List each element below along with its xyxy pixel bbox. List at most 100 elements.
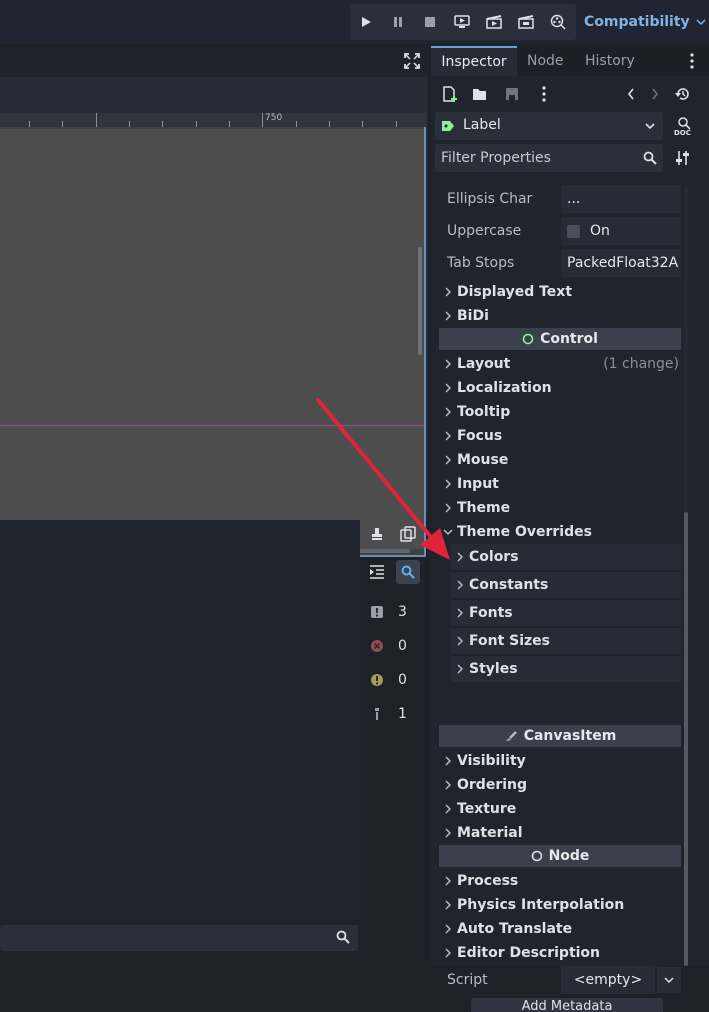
output-log [0, 520, 360, 920]
play-scene-icon[interactable] [478, 6, 510, 38]
output-filter-field[interactable] [0, 925, 358, 951]
node-type-label: Label [463, 117, 501, 133]
inspector-dock: Inspector Node History Label DOC Filter … [431, 46, 709, 1012]
property-name: Ellipsis Char [447, 191, 533, 207]
section-focus[interactable]: Focus [439, 424, 681, 448]
add-metadata-button[interactable]: Add Metadata [471, 998, 663, 1012]
chevron-down-icon [441, 528, 455, 536]
message-icon [362, 605, 392, 619]
tab-node[interactable]: Node [527, 46, 564, 76]
uppercase-checkbox[interactable]: On [561, 217, 681, 245]
chevron-right-icon [453, 664, 467, 674]
tab-inspector[interactable]: Inspector [431, 46, 517, 76]
error-filter[interactable]: 0 [362, 634, 426, 658]
ruler-label: 750 [265, 113, 283, 123]
section-input[interactable]: Input [439, 472, 681, 496]
new-resource-icon[interactable] [439, 83, 461, 105]
dock-tabs: Inspector Node History [431, 46, 709, 76]
section-ordering[interactable]: Ordering [439, 773, 681, 797]
section-layout[interactable]: Layout (1 change) [439, 352, 681, 376]
editor-message-filter[interactable]: 1 [362, 702, 426, 726]
clear-output-icon[interactable] [365, 522, 389, 546]
copy-icon[interactable] [396, 522, 420, 546]
section-localization[interactable]: Localization [439, 376, 681, 400]
viewport-toolbar [0, 47, 428, 77]
fullscreen-icon[interactable] [404, 53, 420, 69]
subsection-font-sizes[interactable]: Font Sizes [451, 628, 681, 654]
section-process[interactable]: Process [439, 869, 681, 893]
subsection-constants[interactable]: Constants [451, 572, 681, 598]
play-icon[interactable] [350, 6, 382, 38]
movie-maker-icon[interactable] [542, 6, 574, 38]
inspector-scrollbar[interactable] [684, 512, 688, 966]
chevron-down-icon [696, 19, 706, 26]
history-back-icon[interactable] [620, 83, 642, 105]
editor-message-icon [362, 707, 392, 721]
script-dropdown-button[interactable] [657, 967, 681, 993]
section-material[interactable]: Material [439, 821, 681, 845]
canvas-area[interactable] [0, 129, 424, 549]
vertical-scrollbar[interactable] [418, 247, 422, 355]
history-forward-icon[interactable] [644, 83, 666, 105]
search-icon [643, 151, 657, 165]
section-theme-overrides[interactable]: Theme Overrides [439, 520, 681, 544]
object-history-icon[interactable] [672, 83, 694, 105]
subsection-styles[interactable]: Styles [451, 656, 681, 682]
property-filter-settings-icon[interactable] [676, 150, 690, 166]
pause-icon[interactable] [382, 6, 414, 38]
search-icon [336, 930, 350, 944]
search-toggle-icon[interactable] [396, 560, 420, 584]
chevron-right-icon [453, 608, 467, 618]
property-ellipsis-char: Ellipsis Char ... [439, 184, 681, 214]
chevron-right-icon [453, 580, 467, 590]
tab-stops-field[interactable]: PackedFloat32A [561, 249, 681, 277]
subsection-colors[interactable]: Colors [451, 544, 681, 570]
chevron-right-icon [441, 359, 455, 369]
error-icon [362, 639, 392, 653]
message-filter[interactable]: 3 [362, 600, 426, 624]
change-count: (1 change) [603, 356, 679, 372]
section-physics-interpolation[interactable]: Physics Interpolation [439, 893, 681, 917]
chevron-right-icon [453, 552, 467, 562]
node-type-selector[interactable]: Label [435, 112, 663, 140]
stop-icon[interactable] [414, 6, 446, 38]
open-folder-icon[interactable] [469, 83, 491, 105]
checkbox-icon [567, 224, 580, 238]
chevron-down-icon [645, 122, 655, 130]
doc-help-icon[interactable]: DOC [674, 116, 692, 136]
more-options-icon[interactable] [533, 83, 555, 105]
chevron-right-icon [441, 431, 455, 441]
section-displayed-text[interactable]: Displayed Text [439, 280, 681, 304]
property-name: Script [447, 972, 488, 988]
save-icon[interactable] [501, 83, 523, 105]
warning-filter[interactable]: 0 [362, 668, 426, 692]
renderer-selector[interactable]: Compatibility [584, 12, 706, 32]
chevron-right-icon [441, 383, 455, 393]
chevron-right-icon [441, 287, 455, 297]
play-custom-scene-icon[interactable] [510, 6, 542, 38]
category-control: Control [439, 328, 681, 350]
svg-text:DOC: DOC [674, 129, 691, 136]
collapse-icon[interactable] [365, 560, 389, 584]
tab-history[interactable]: History [585, 46, 635, 76]
section-auto-translate[interactable]: Auto Translate [439, 917, 681, 941]
section-texture[interactable]: Texture [439, 797, 681, 821]
section-mouse[interactable]: Mouse [439, 448, 681, 472]
dock-menu-icon[interactable] [689, 53, 695, 69]
subsection-fonts[interactable]: Fonts [451, 600, 681, 626]
section-tooltip[interactable]: Tooltip [439, 400, 681, 424]
ellipsis-char-field[interactable]: ... [561, 185, 681, 213]
inspector-toolbar [431, 78, 709, 110]
filter-properties-input[interactable]: Filter Properties [435, 144, 663, 172]
section-bidi[interactable]: BiDi [439, 304, 681, 328]
section-theme[interactable]: Theme [439, 496, 681, 520]
section-visibility[interactable]: Visibility [439, 749, 681, 773]
property-uppercase: Uppercase On [439, 216, 681, 246]
filter-placeholder: Filter Properties [441, 150, 551, 166]
script-resource-field[interactable]: <empty> [561, 966, 655, 994]
remote-debug-icon[interactable] [446, 6, 478, 38]
section-editor-description[interactable]: Editor Description [439, 941, 681, 965]
warning-count: 0 [398, 672, 407, 688]
chevron-right-icon [441, 924, 455, 934]
property-tab-stops: Tab Stops PackedFloat32A [439, 248, 681, 278]
